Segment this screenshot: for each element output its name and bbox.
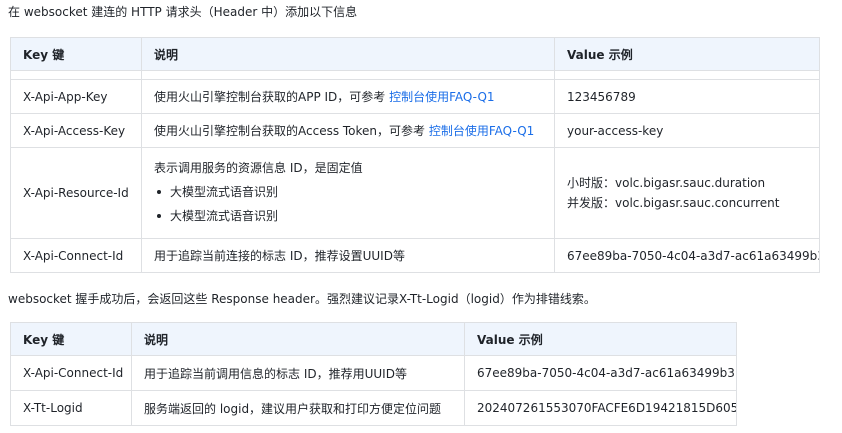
value-line: 并发版：volc.bigasr.sauc.concurrent [567,196,780,210]
table-row: X-Api-Connect-Id 用于追踪当前连接的标志 ID，推荐设置UUID… [10,238,820,273]
request-header-intro: 在 websocket 建连的 HTTP 请求头（Header 中）添加以下信息 [8,5,358,19]
faq-link[interactable]: 控制台使用FAQ-Q1 [389,90,494,104]
value-cell: 小时版：volc.bigasr.sauc.duration 并发版：volc.b… [554,147,820,239]
table-row: X-Api-Resource-Id 表示调用服务的资源信息 ID，是固定值 大模… [10,147,820,239]
table-row: X-Api-App-Key 使用火山引擎控制台获取的APP ID，可参考 控制台… [10,79,820,114]
desc-text: 使用火山引擎控制台获取的APP ID，可参考 [154,90,390,104]
column-header-key: Key 键 [10,322,132,356]
column-header-desc: 说明 [131,322,465,356]
column-header-desc: 说明 [141,37,555,71]
column-header-value: Value 示例 [554,37,820,71]
bullet-list: 大模型流式语音识别 大模型流式语音识别 [154,180,542,228]
value-line: 小时版：volc.bigasr.sauc.duration [567,176,766,190]
key-cell: X-Api-App-Key [10,79,142,114]
value-cell: 67ee89ba-7050-4c04-a3d7-ac61a63499b3 [464,355,737,391]
table-spacer-row [10,70,820,80]
desc-cell: 用于追踪当前连接的标志 ID，推荐设置UUID等 [141,238,555,273]
desc-cell: 服务端返回的 logid，建议用户获取和打印方便定位问题 [131,390,465,426]
table-row: X-Tt-Logid 服务端返回的 logid，建议用户获取和打印方便定位问题 … [10,390,737,426]
table-row: X-Api-Connect-Id 用于追踪当前调用信息的标志 ID，推荐用UUI… [10,355,737,391]
value-cell: 202407261553070FACFE6D19421815D605 [464,390,737,426]
desc-cell: 使用火山引擎控制台获取的Access Token，可参考 控制台使用FAQ-Q1 [141,113,555,148]
value-cell: your-access-key [554,113,820,148]
bullet-item: 大模型流式语音识别 [157,204,542,228]
key-cell: X-Api-Access-Key [10,113,142,148]
value-cell: 67ee89ba-7050-4c04-a3d7-ac61a63499b3 [554,238,820,273]
desc-text: 表示调用服务的资源信息 ID，是固定值 [154,160,363,175]
desc-cell: 用于追踪当前调用信息的标志 ID，推荐用UUID等 [131,355,465,391]
column-header-key: Key 键 [10,37,142,71]
key-cell: X-Api-Resource-Id [10,147,142,239]
key-cell: X-Api-Connect-Id [10,355,132,391]
table-row: X-Api-Access-Key 使用火山引擎控制台获取的Access Toke… [10,113,820,148]
value-cell: 123456789 [554,79,820,114]
response-header-table: Key 键 说明 Value 示例 X-Api-Connect-Id 用于追踪当… [10,322,737,426]
column-header-value: Value 示例 [464,322,737,356]
table-header-row: Key 键 说明 Value 示例 [10,322,737,356]
desc-text: 使用火山引擎控制台获取的Access Token，可参考 [154,124,429,138]
desc-cell: 使用火山引擎控制台获取的APP ID，可参考 控制台使用FAQ-Q1 [141,79,555,114]
table-header-row: Key 键 说明 Value 示例 [10,37,820,71]
key-cell: X-Tt-Logid [10,390,132,426]
request-header-table: Key 键 说明 Value 示例 X-Api-App-Key 使用火山引擎控制… [10,37,820,273]
faq-link[interactable]: 控制台使用FAQ-Q1 [429,124,534,138]
response-header-intro: websocket 握手成功后，会返回这些 Response header。强烈… [8,292,596,306]
key-cell: X-Api-Connect-Id [10,238,142,273]
bullet-item: 大模型流式语音识别 [157,180,542,204]
desc-cell: 表示调用服务的资源信息 ID，是固定值 大模型流式语音识别 大模型流式语音识别 [141,147,555,239]
